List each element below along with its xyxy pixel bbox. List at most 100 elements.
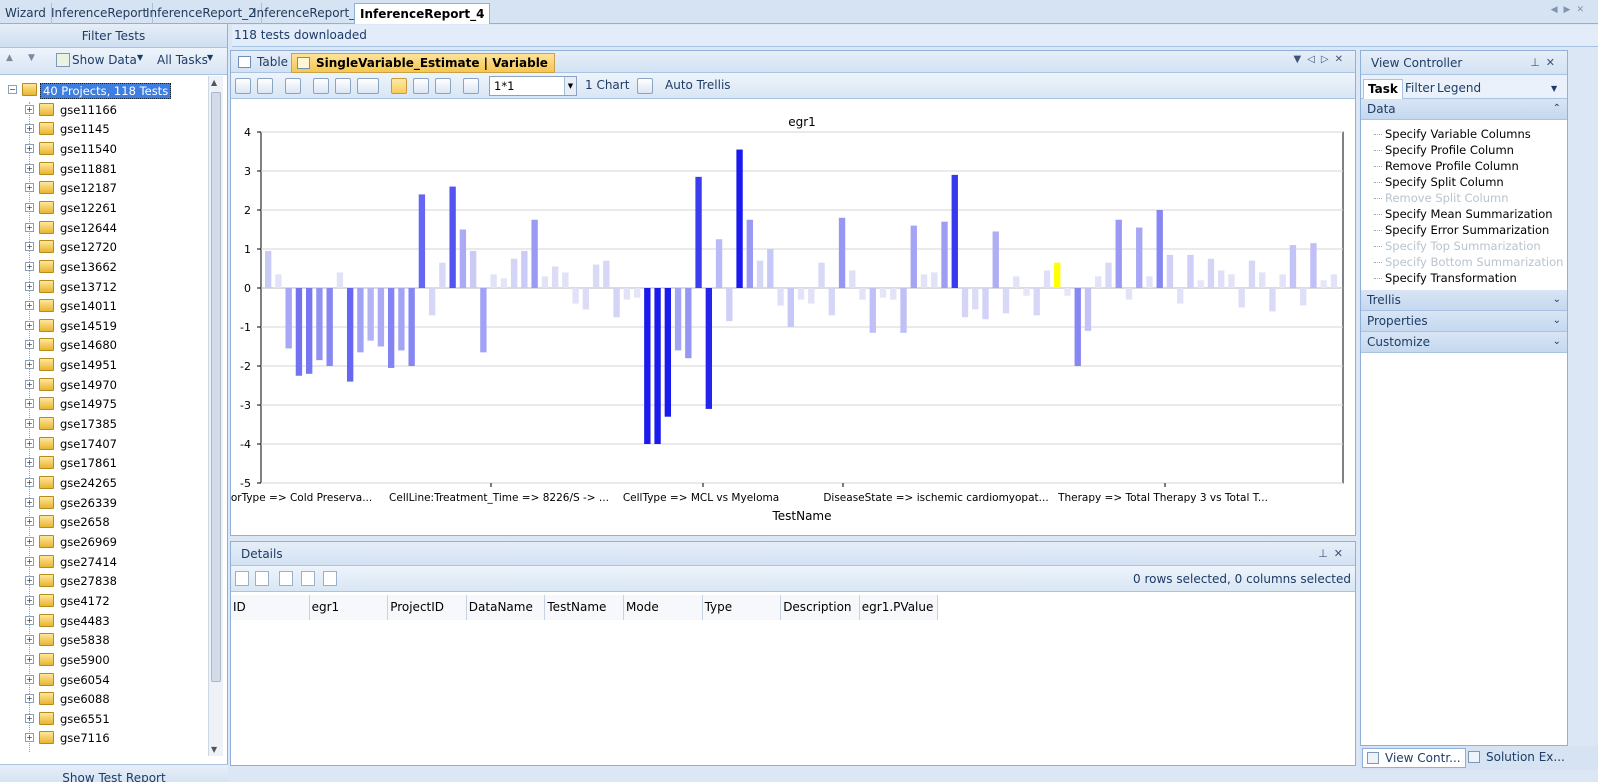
tree-item[interactable]: + gse2658 xyxy=(0,512,210,532)
expand-icon[interactable]: + xyxy=(25,438,34,448)
document-icon[interactable] xyxy=(235,571,249,586)
tree-item[interactable]: + gse12187 xyxy=(0,178,210,198)
section-properties[interactable]: Properties ⌄ xyxy=(1361,311,1567,332)
tree-item[interactable]: + gse26339 xyxy=(0,493,210,513)
expand-icon[interactable]: + xyxy=(25,713,34,723)
tree-item[interactable]: + gse1145 xyxy=(0,119,210,139)
settings-icon[interactable] xyxy=(235,78,251,94)
collapse-down-icon[interactable]: ▼ xyxy=(28,53,35,63)
view-controller-controls[interactable]: ⊥✕ xyxy=(1530,51,1561,75)
zoom-icon[interactable] xyxy=(413,78,429,94)
chevron-up-icon[interactable]: ⌃ xyxy=(1553,99,1561,119)
refresh-icon[interactable] xyxy=(463,78,479,94)
tab-single-variable-estimate[interactable]: SingleVariable_Estimate | Variable xyxy=(291,53,555,73)
expand-icon[interactable]: + xyxy=(25,104,34,114)
tree-item[interactable]: + gse11166 xyxy=(0,100,210,120)
tree-item[interactable]: + gse13662 xyxy=(0,257,210,277)
tree-item[interactable]: + gse11540 xyxy=(0,139,210,159)
expand-icon[interactable]: + xyxy=(25,202,34,212)
tree-item[interactable]: + gse5838 xyxy=(0,630,210,650)
column-header-mode[interactable]: Mode xyxy=(624,595,703,620)
excel-icon[interactable] xyxy=(255,571,269,586)
show-test-report-button[interactable]: Show Test Report xyxy=(0,764,228,782)
tree-item[interactable]: + gse24265 xyxy=(0,473,210,493)
tree-scrollbar[interactable]: ▲ ▼ xyxy=(208,76,223,756)
task-specify-split-column[interactable]: Specify Split Column xyxy=(1361,174,1567,190)
expand-icon[interactable]: + xyxy=(25,242,34,252)
column-header-egr1-pvalue[interactable]: egr1.PValue xyxy=(859,595,939,620)
tab-wizard[interactable]: Wizard xyxy=(0,3,52,24)
tree-item[interactable]: + gse12720 xyxy=(0,237,210,257)
tree-item[interactable]: + gse6551 xyxy=(0,709,210,729)
tree-item[interactable]: + gse5900 xyxy=(0,650,210,670)
tree-item[interactable]: + gse27414 xyxy=(0,552,210,572)
task-specify-profile-column[interactable]: Specify Profile Column xyxy=(1361,142,1567,158)
auto-trellis-button[interactable]: Auto Trellis xyxy=(665,78,731,92)
tree-item[interactable]: + gse17407 xyxy=(0,434,210,454)
tab-solution-explorer[interactable]: Solution Ex... xyxy=(1464,748,1569,768)
expand-icon[interactable]: + xyxy=(25,379,34,389)
expand-icon[interactable]: + xyxy=(25,301,34,311)
tree-item[interactable]: + gse7116 xyxy=(0,728,210,748)
expand-icon[interactable]: + xyxy=(25,340,34,350)
tree-item[interactable]: + gse17385 xyxy=(0,414,210,434)
expand-icon[interactable]: + xyxy=(25,694,34,704)
details-panel-controls[interactable]: ⊥✕ xyxy=(1318,542,1349,566)
expand-icon[interactable]: + xyxy=(25,458,34,468)
export-ppt-icon[interactable] xyxy=(285,78,301,94)
panel-controls[interactable]: ▼◁▷✕ xyxy=(1294,54,1349,65)
chevron-down-icon[interactable]: ⌄ xyxy=(1553,332,1561,352)
expand-icon[interactable]: + xyxy=(25,615,34,625)
expand-icon[interactable]: + xyxy=(25,536,34,546)
column-header-description[interactable]: Description xyxy=(781,595,860,620)
export-excel-icon[interactable] xyxy=(257,78,273,94)
tab-view-controller[interactable]: View Contr... xyxy=(1362,748,1466,768)
columns-icon[interactable] xyxy=(279,571,293,586)
tree-item[interactable]: + gse27838 xyxy=(0,571,210,591)
task-specify-mean-summarization[interactable]: Specify Mean Summarization xyxy=(1361,206,1567,222)
column-header-egr1[interactable]: egr1 xyxy=(309,595,389,620)
expand-icon[interactable]: + xyxy=(25,222,34,232)
tree-item[interactable]: + gse11881 xyxy=(0,159,210,179)
expand-icon[interactable]: + xyxy=(25,595,34,605)
expand-icon[interactable]: + xyxy=(25,556,34,566)
expand-icon[interactable]: + xyxy=(25,261,34,271)
chevron-down-icon[interactable]: ▼ xyxy=(564,77,576,95)
section-trellis[interactable]: Trellis ⌄ xyxy=(1361,290,1567,311)
tree-item[interactable]: + gse6088 xyxy=(0,689,210,709)
tab-task[interactable]: Task xyxy=(1363,79,1403,99)
collapse-icon[interactable]: − xyxy=(8,85,17,94)
tab-legend[interactable]: Legend xyxy=(1437,81,1481,95)
select-pointer-icon[interactable] xyxy=(391,78,407,94)
copy-all-icon[interactable] xyxy=(335,78,351,94)
tree-item[interactable]: + gse6054 xyxy=(0,670,210,690)
tree-item[interactable]: + gse14975 xyxy=(0,394,210,414)
expand-icon[interactable]: + xyxy=(25,478,34,487)
tab-inference-report-2[interactable]: InferenceReport_2 xyxy=(141,3,262,24)
section-customize[interactable]: Customize ⌄ xyxy=(1361,332,1567,353)
tab-scroll-arrows[interactable]: ◀▶✕ xyxy=(1551,5,1590,15)
tree-item[interactable]: + gse4483 xyxy=(0,611,210,631)
tree-item[interactable]: + gse14970 xyxy=(0,375,210,395)
expand-icon[interactable]: + xyxy=(25,674,34,684)
tree-item[interactable]: + gse17861 xyxy=(0,453,210,473)
expand-icon[interactable]: + xyxy=(25,733,34,743)
tree-item[interactable]: + gse26969 xyxy=(0,532,210,552)
expand-icon[interactable]: + xyxy=(25,124,34,134)
expand-icon[interactable]: + xyxy=(25,143,34,153)
tree-item[interactable]: + gse14011 xyxy=(0,296,210,316)
expand-icon[interactable]: + xyxy=(25,360,34,370)
tree-item[interactable]: + gse13712 xyxy=(0,277,210,297)
tree-item[interactable]: + gse12261 xyxy=(0,198,210,218)
task-specify-variable-columns[interactable]: Specify Variable Columns xyxy=(1361,126,1567,142)
expand-icon[interactable]: + xyxy=(25,419,34,429)
column-header-testname[interactable]: TestName xyxy=(545,595,624,620)
column-header-projectid[interactable]: ProjectID xyxy=(388,595,467,620)
expand-icon[interactable]: + xyxy=(25,163,34,173)
tree-item[interactable]: + gse14951 xyxy=(0,355,210,375)
tab-filter[interactable]: Filter xyxy=(1405,81,1435,95)
tab-inference-report[interactable]: InferenceReport xyxy=(46,3,154,24)
fit-icon[interactable] xyxy=(435,78,451,94)
tree-item[interactable]: + gse4172 xyxy=(0,591,210,611)
tab-inference-report-4[interactable]: InferenceReport_4 xyxy=(354,3,491,24)
